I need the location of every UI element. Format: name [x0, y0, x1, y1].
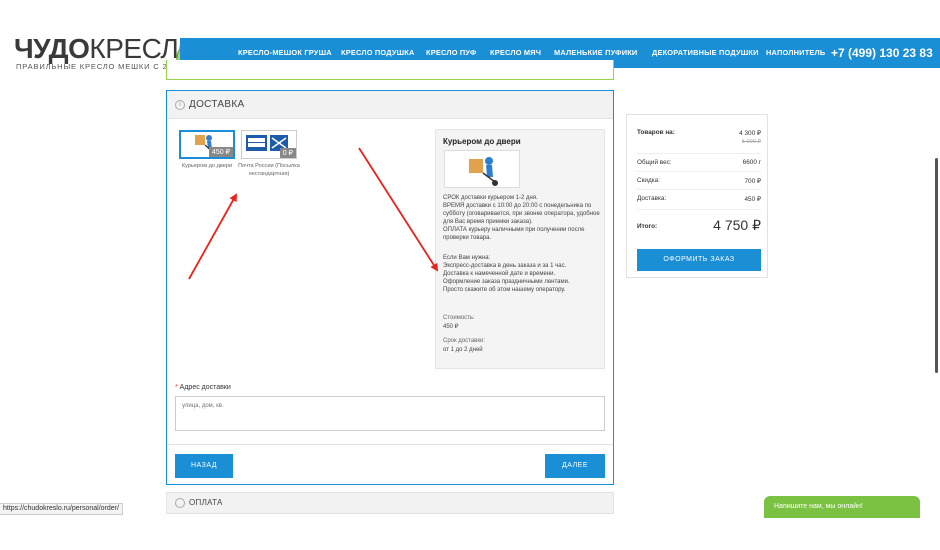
delivery-info-terms: СРОК доставки курьером 1-2 дня. ВРЕМЯ до… [443, 195, 600, 241]
address-input[interactable] [175, 396, 605, 431]
previous-step-block [166, 60, 614, 80]
logo-tagline: ПРАВИЛЬНЫЕ КРЕСЛО МЕШКИ С 2010 г [16, 62, 190, 71]
payment-section[interactable]: ОПЛАТА [166, 492, 614, 514]
checkout-button[interactable]: ОФОРМИТЬ ЗАКАЗ [637, 249, 761, 271]
delivery-header[interactable]: i ДОСТАВКА [167, 91, 613, 119]
summary-goods-value: 4 300 ₽ [739, 130, 761, 137]
delivery-cost-value: 450 ₽ [443, 324, 459, 330]
back-button[interactable]: НАЗАД [175, 454, 233, 478]
delivery-section: i ДОСТАВКА 450 ₽ Курьером до двери 0 ₽ П… [166, 90, 614, 485]
summary-goods: Товаров на: 4 300 ₽ [637, 129, 761, 137]
summary-delivery: Доставка: 450 ₽ [637, 195, 761, 203]
payment-step-icon [175, 498, 185, 508]
scrollbar-thumb[interactable] [935, 158, 938, 373]
courier-image [444, 150, 520, 188]
phone-number[interactable]: +7 (499) 130 23 83 [831, 38, 933, 68]
order-summary: Товаров на: 4 300 ₽ 5 000 ₽ Общий вес: 660… [626, 114, 768, 278]
delivery-option-courier[interactable]: 450 ₽ [179, 130, 235, 159]
summary-divider [637, 171, 761, 172]
summary-discount: Скидка: 700 ₽ [637, 177, 761, 185]
summary-discount-value: 700 ₽ [744, 178, 761, 185]
summary-total: Итого: 4 750 ₽ [637, 217, 761, 233]
option-price: 0 ₽ [279, 148, 296, 158]
status-url: https://chudokreslo.ru/personal/order/ [0, 503, 123, 515]
divider [167, 444, 613, 445]
courier-icon [469, 157, 498, 186]
delivery-option-russian-post[interactable]: 0 ₽ [241, 130, 297, 159]
summary-goods-old-value: 5 000 ₽ [741, 139, 761, 145]
payment-title: ОПЛАТА [189, 498, 223, 507]
summary-divider [637, 189, 761, 190]
delivery-option-courier-label: Курьером до двери [181, 163, 233, 169]
summary-divider [637, 209, 761, 210]
delivery-cost-label: Стоимость: [443, 315, 475, 321]
summary-weight: Общий вес: 6600 г [637, 159, 761, 166]
delivery-term-value: от 1 до 2 дней [443, 347, 483, 353]
nav-item-filler[interactable]: НАПОЛНИТЕЛЬ [766, 38, 825, 68]
summary-divider [637, 153, 761, 154]
summary-delivery-value: 450 ₽ [744, 196, 761, 203]
delivery-info-title: Курьером до двери [443, 137, 521, 146]
summary-total-value: 4 750 ₽ [713, 217, 761, 233]
summary-weight-value: 6600 г [742, 159, 761, 166]
address-label: * Адрес доставки [175, 384, 231, 391]
info-icon: i [175, 100, 185, 110]
nav-item-decor-pillows[interactable]: ДЕКОРАТИВНЫЕ ПОДУШКИ [652, 38, 759, 68]
delivery-option-russian-post-label: Почта России (Посылка нестандартная) [238, 163, 300, 177]
chat-widget[interactable]: Напишите нам, мы онлайн! [764, 496, 920, 518]
delivery-term-label: Срок доставки: [443, 338, 485, 344]
delivery-title: ДОСТАВКА [189, 99, 245, 110]
next-button[interactable]: ДАЛЕЕ [545, 454, 605, 478]
option-price: 450 ₽ [208, 147, 233, 157]
delivery-info-extra: Если Вам нужна: Экспресс-доставка в день… [443, 255, 570, 293]
delivery-info-panel: Курьером до двери СРОК доставки курьером… [435, 129, 605, 369]
